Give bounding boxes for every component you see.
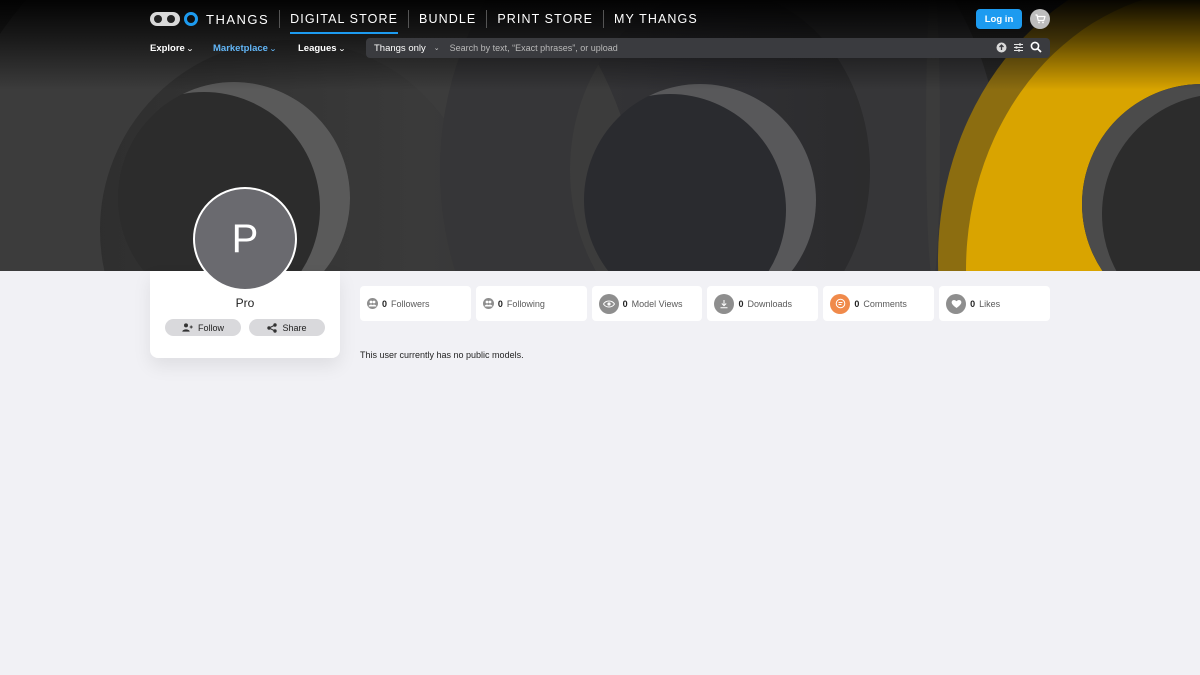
search-icon[interactable]: [1030, 41, 1042, 53]
top-navigation: THANGS DIGITAL STORE BUNDLE PRINT STORE …: [150, 0, 1050, 38]
search-input[interactable]: Search by text, “Exact phrases”, or uplo…: [450, 43, 618, 53]
main-nav: DIGITAL STORE BUNDLE PRINT STORE MY THAN…: [279, 0, 708, 38]
nav-my-thangs[interactable]: MY THANGS: [603, 10, 708, 28]
heart-icon: [946, 293, 967, 314]
stat-downloads: 0 Downloads: [707, 286, 819, 321]
stat-count: 0: [970, 298, 976, 309]
follow-button[interactable]: Follow: [165, 319, 241, 336]
users-icon: [482, 298, 494, 309]
users-icon: [367, 298, 378, 309]
stat-followers[interactable]: 0 Followers: [360, 286, 471, 321]
cart-icon: [1035, 14, 1046, 24]
stat-comments: 0 Comments: [823, 286, 935, 321]
login-button[interactable]: Log in: [976, 9, 1022, 29]
stat-count: 0: [622, 298, 628, 309]
subnav-label: Marketplace: [213, 43, 268, 54]
share-icon: [267, 322, 278, 333]
thangs-logo[interactable]: [150, 12, 198, 26]
stat-label: Model Views: [631, 298, 683, 309]
stat-count: 0: [738, 298, 744, 309]
subnav-leagues[interactable]: Leagues ⌄: [298, 43, 346, 54]
follow-label: Follow: [197, 322, 224, 333]
share-label: Share: [282, 322, 307, 333]
logo-pill-icon: [150, 12, 180, 26]
stat-count: 0: [497, 298, 503, 309]
search-scope-select[interactable]: Thangs only ⌄: [374, 43, 440, 54]
username: Pro: [235, 296, 255, 310]
stat-model-views: 0 Model Views: [591, 286, 703, 321]
download-icon: [714, 293, 735, 314]
subnav-marketplace[interactable]: Marketplace ⌄: [213, 43, 277, 54]
avatar: P: [193, 187, 297, 291]
stat-likes: 0 Likes: [939, 286, 1050, 321]
nav-digital-store[interactable]: DIGITAL STORE: [279, 10, 408, 34]
stat-count: 0: [854, 298, 860, 309]
logo-circle-icon: [184, 12, 198, 26]
secondary-navigation: Explore ⌄ Marketplace ⌄ Leagues ⌄ Thangs on…: [150, 38, 1050, 59]
empty-models-message: This user currently has no public models…: [360, 350, 524, 360]
stat-label: Followers: [391, 298, 430, 309]
stat-label: Downloads: [747, 298, 793, 309]
comment-icon: [830, 293, 851, 314]
chevron-down-icon: ⌄: [433, 45, 440, 52]
upload-icon[interactable]: [996, 42, 1007, 53]
stat-label: Likes: [979, 298, 1001, 309]
nav-bundle[interactable]: BUNDLE: [408, 10, 486, 28]
chevron-down-icon: ⌄: [185, 45, 194, 53]
stat-following[interactable]: 0 Following: [475, 286, 587, 321]
stat-label: Following: [506, 298, 545, 309]
subnav-explore[interactable]: Explore ⌄: [150, 43, 194, 54]
search-bar[interactable]: Thangs only ⌄ Search by text, “Exact phr…: [366, 38, 1050, 58]
profile-stats: 0 Followers 0 Following 0 Model Views 0 …: [360, 286, 1050, 321]
cart-button[interactable]: [1030, 9, 1050, 29]
eye-icon: [598, 293, 619, 314]
nav-print-store[interactable]: PRINT STORE: [486, 10, 603, 28]
chevron-down-icon: ⌄: [337, 45, 346, 53]
add-user-icon: [182, 323, 193, 332]
subnav-label: Leagues: [298, 43, 337, 54]
brand-name[interactable]: THANGS: [206, 12, 269, 27]
filter-icon[interactable]: [1013, 42, 1024, 53]
stat-label: Comments: [863, 298, 907, 309]
subnav-label: Explore: [150, 43, 185, 54]
share-button[interactable]: Share: [249, 319, 325, 336]
stat-count: 0: [382, 298, 388, 309]
chevron-down-icon: ⌄: [269, 45, 277, 53]
search-tools: [996, 41, 1042, 53]
search-scope-label: Thangs only: [374, 42, 426, 54]
